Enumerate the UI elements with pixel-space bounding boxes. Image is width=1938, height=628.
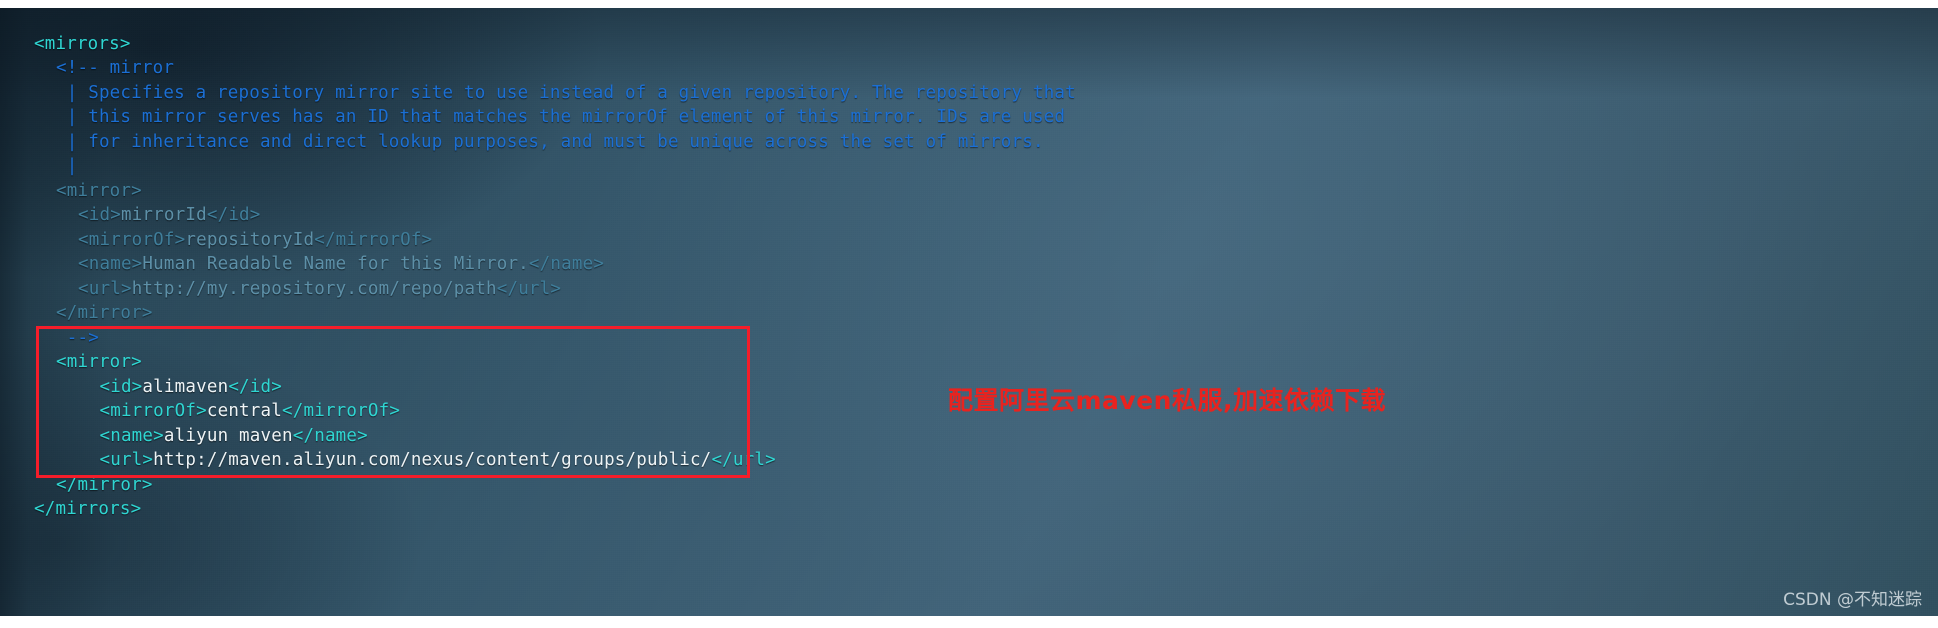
code-line[interactable]: | this mirror serves has an ID that matc…: [0, 105, 1076, 130]
code-token: Human Readable Name for this Mirror.: [142, 254, 529, 274]
code-line[interactable]: </mirrors>: [0, 497, 1076, 522]
code-token: </id>: [206, 205, 261, 225]
code-line[interactable]: <!-- mirror: [0, 56, 1076, 81]
code-line[interactable]: <mirrors>: [0, 32, 1076, 57]
code-token: <url>: [78, 278, 132, 299]
code-token: </mirror>: [56, 474, 153, 495]
code-token: </mirrors>: [34, 499, 142, 519]
code-token: <!-- mirror: [56, 58, 175, 78]
code-line[interactable]: |: [0, 154, 1076, 179]
code-line[interactable]: -->: [0, 326, 1076, 351]
code-token: </mirrorOf>: [282, 401, 401, 421]
code-token: <mirrorOf>: [78, 401, 207, 421]
code-line[interactable]: | for inheritance and direct lookup purp…: [0, 130, 1076, 155]
code-line[interactable]: <id>mirrorId</id>: [0, 203, 1076, 228]
red-annotation-text: 配置阿里云maven私服,加速依赖下载: [948, 386, 1386, 415]
code-token: -->: [56, 327, 99, 348]
screenshot-root: <mirrors> <!-- mirror | Specifies a repos…: [0, 0, 1938, 628]
code-token: <name>: [78, 425, 164, 446]
code-line[interactable]: <id>alimaven</id>: [0, 375, 1076, 400]
code-token: <name>: [78, 254, 143, 274]
code-token: </url>: [496, 278, 562, 299]
code-token: aliyun maven: [163, 425, 293, 446]
code-line[interactable]: <name>aliyun maven</name>: [0, 424, 1076, 449]
code-token: alimaven: [142, 376, 229, 397]
code-token: central: [206, 401, 282, 421]
code-token: <mirrorOf>: [78, 229, 186, 250]
code-token: <id>: [78, 205, 121, 225]
code-token: mirrorId: [120, 205, 207, 225]
code-token: </mirrorOf>: [314, 229, 433, 250]
code-token: <id>: [78, 376, 143, 397]
code-token: <mirror>: [56, 352, 142, 372]
code-line[interactable]: | Specifies a repository mirror site to …: [0, 81, 1076, 106]
code-line[interactable]: <name>Human Readable Name for this Mirro…: [0, 252, 1076, 277]
csdn-watermark: CSDN @不知迷踪: [1783, 590, 1922, 610]
code-line[interactable]: <url>http://maven.aliyun.com/nexus/conte…: [0, 448, 1076, 473]
code-token: <mirrors>: [34, 33, 131, 54]
code-token: | Specifies a repository mirror site to …: [56, 82, 1076, 103]
code-token: </url>: [711, 450, 776, 470]
code-token: <mirror>: [56, 180, 142, 201]
code-line[interactable]: <mirror>: [0, 179, 1076, 204]
code-line[interactable]: </mirror>: [0, 473, 1076, 498]
code-token: | for inheritance and direct lookup purp…: [56, 131, 1044, 152]
code-line[interactable]: <mirrorOf>repositoryId</mirrorOf>: [0, 228, 1076, 253]
code-line[interactable]: <mirrorOf>central</mirrorOf>: [0, 399, 1076, 424]
code-token: </name>: [292, 425, 368, 446]
code-token: repositoryId: [185, 229, 315, 250]
code-token: </mirror>: [56, 303, 153, 323]
code-token: http://maven.aliyun.com/nexus/content/gr…: [153, 450, 712, 470]
code-line[interactable]: <url>http://my.repository.com/repo/path<…: [0, 277, 1076, 302]
code-line[interactable]: <mirror>: [0, 350, 1076, 375]
code-token: http://my.repository.com/repo/path: [131, 278, 497, 299]
code-line[interactable]: </mirror>: [0, 301, 1076, 326]
code-token: </name>: [528, 254, 605, 274]
code-token: |: [56, 156, 78, 176]
xml-code-block[interactable]: <mirrors> <!-- mirror | Specifies a repos…: [0, 18, 1076, 522]
code-token: | this mirror serves has an ID that matc…: [56, 107, 1066, 127]
code-token: <url>: [78, 450, 154, 470]
code-token: </id>: [228, 376, 282, 397]
